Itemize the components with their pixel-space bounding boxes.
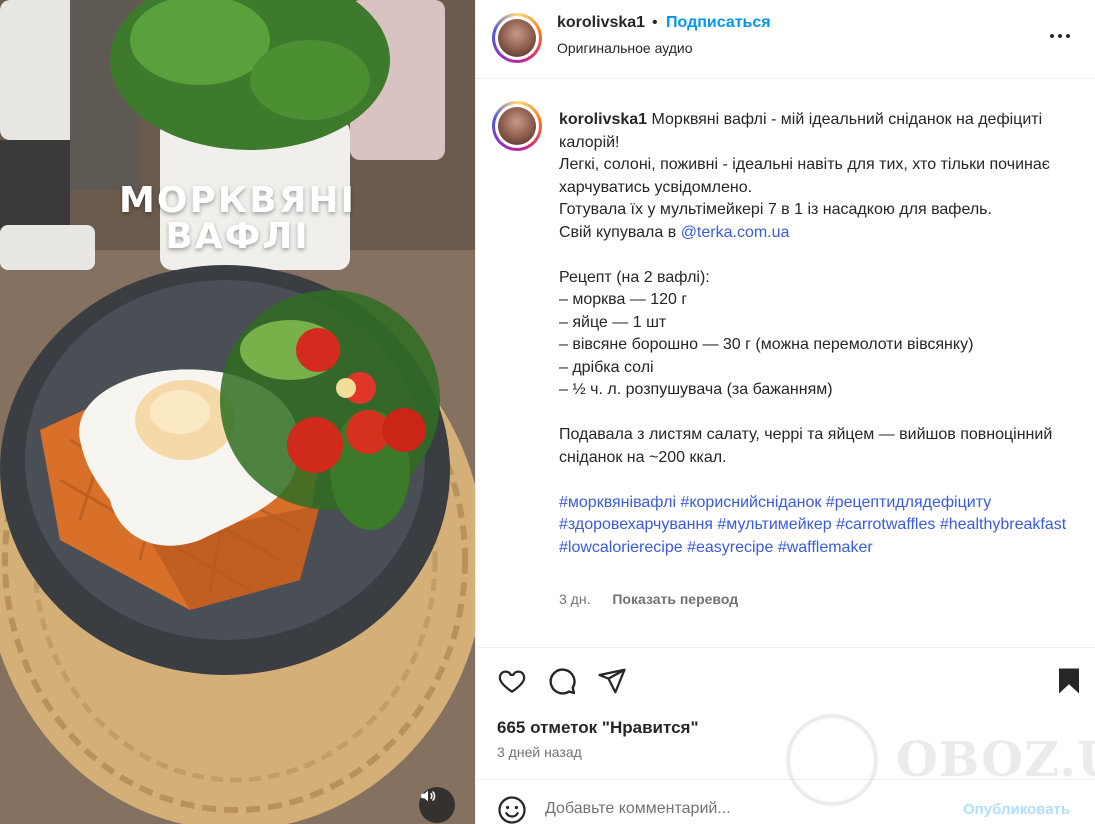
ingredient-item: – ½ ч. л. розпушувача (за бажанням) xyxy=(559,381,833,398)
mute-button[interactable] xyxy=(419,787,455,823)
comment-button[interactable] xyxy=(547,666,577,696)
caption-section: korolivska1 Морквяні вафлі - мій ідеальн… xyxy=(476,80,1095,648)
overlay-title-line2: ВАФЛІ xyxy=(165,216,310,257)
emoji-icon xyxy=(498,796,526,824)
hashtag-link[interactable]: #healthybreakfast xyxy=(940,516,1066,533)
header-username[interactable]: korolivska1 xyxy=(557,14,645,32)
recipe-title: Рецепт (на 2 вафлі): xyxy=(559,268,710,286)
overlay-title-line1: МОРКВЯНІ xyxy=(119,180,356,221)
send-icon xyxy=(598,668,626,694)
caption-avatar[interactable] xyxy=(492,101,542,151)
header-separator: • xyxy=(652,14,658,31)
hashtag-link[interactable]: #кориснийсніданок xyxy=(680,494,821,511)
comment-bar: Опубликовать xyxy=(476,779,1095,824)
hashtag-link[interactable]: #lowcalorierecipe xyxy=(559,539,683,556)
serving-text: Подавала з листям салату, черрі та яйцем… xyxy=(559,426,1053,466)
header-avatar[interactable] xyxy=(492,13,542,63)
actions-section: 665 отметок "Нравится" 3 дней назад xyxy=(476,649,1095,779)
caption-line4-prefix: Свій купувала в xyxy=(559,223,681,241)
post-time[interactable]: 3 дн. xyxy=(559,591,590,607)
hashtag-link[interactable]: #easyrecipe xyxy=(687,539,773,556)
follow-button[interactable]: Подписаться xyxy=(666,14,771,32)
food-photo xyxy=(0,0,475,824)
more-horizontal-icon xyxy=(1050,34,1070,38)
ingredient-item: – яйце — 1 шт xyxy=(559,313,667,331)
comment-input[interactable] xyxy=(545,800,925,818)
comment-icon xyxy=(549,668,576,695)
caption-line3: Готувала їх у мультімейкері 7 в 1 із нас… xyxy=(559,201,992,218)
hashtags: #морквянівафлі #кориснийсніданок #рецепт… xyxy=(559,492,1084,560)
likes-count[interactable]: 665 отметок "Нравится" xyxy=(497,718,699,738)
hashtag-link[interactable]: #мультимейкер xyxy=(717,516,831,533)
caption-username[interactable]: korolivska1 xyxy=(559,111,647,128)
post-details-panel: korolivska1 • Подписаться Оригинальное а… xyxy=(475,0,1095,824)
like-button[interactable] xyxy=(497,666,527,696)
hashtag-link[interactable]: #здоровехарчування xyxy=(559,516,713,533)
caption-meta: 3 дн. Показать перевод xyxy=(559,591,738,607)
share-button[interactable] xyxy=(597,666,627,696)
hashtag-link[interactable]: #carrotwaffles xyxy=(836,516,935,533)
more-options-button[interactable] xyxy=(1048,24,1078,44)
ingredient-item: – морква — 120 г xyxy=(559,291,688,308)
caption-line2: Легкі, солоні, поживні - ідеальні навіть… xyxy=(559,156,1050,196)
post-comment-button[interactable]: Опубликовать xyxy=(963,801,1070,818)
ingredient-item: – дрібка солі xyxy=(559,358,654,376)
translate-button[interactable]: Показать перевод xyxy=(612,591,738,607)
post-date: 3 дней назад xyxy=(497,744,582,760)
post-media[interactable]: МОРКВЯНІ ВАФЛІ xyxy=(0,0,475,824)
hashtag-link[interactable]: #wafflemaker xyxy=(778,539,873,556)
caption-text: korolivska1 Морквяні вафлі - мій ідеальн… xyxy=(559,109,1084,559)
hashtag-link[interactable]: #морквянівафлі xyxy=(559,494,676,511)
hashtag-link[interactable]: #рецептидлядефіциту xyxy=(826,494,991,511)
media-overlay-title: МОРКВЯНІ ВАФЛІ xyxy=(0,183,475,255)
ingredient-item: – вівсяне борошно — 30 г (можна перемоло… xyxy=(559,336,974,353)
bookmark-icon xyxy=(1059,668,1079,694)
post-header: korolivska1 • Подписаться Оригинальное а… xyxy=(476,0,1095,79)
heart-icon xyxy=(498,670,526,693)
save-button[interactable] xyxy=(1054,666,1084,696)
speaker-icon xyxy=(421,790,436,802)
audio-label[interactable]: Оригинальное аудио xyxy=(557,40,693,56)
emoji-button[interactable] xyxy=(497,795,527,824)
mention-link[interactable]: @terka.com.ua xyxy=(681,224,790,241)
